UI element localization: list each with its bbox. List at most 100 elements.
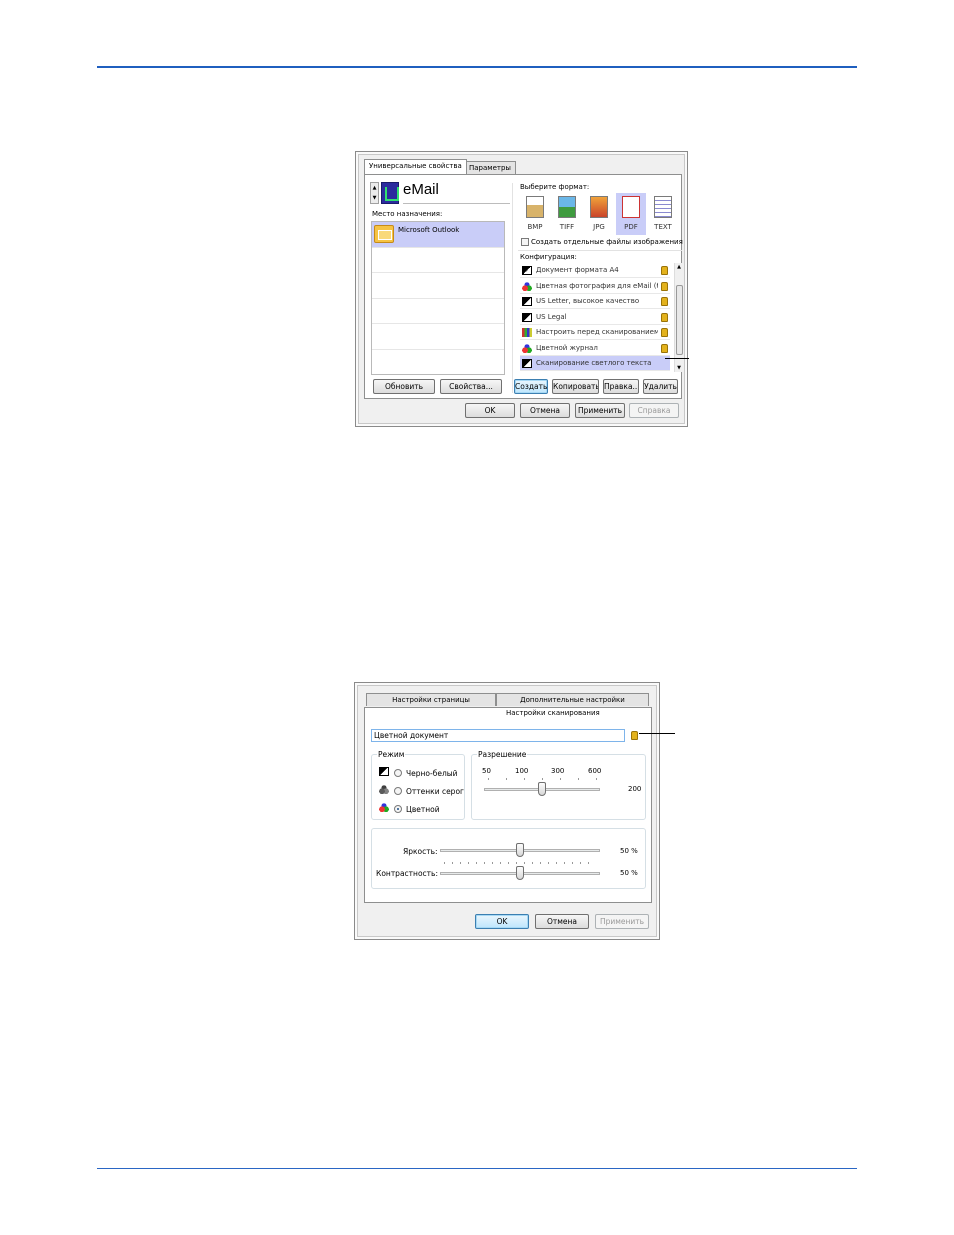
cancel-button[interactable]: Отмена bbox=[535, 914, 589, 929]
separate-files-label: Создать отдельные файлы изображения bbox=[531, 238, 683, 246]
mode-gray-label: Оттенки серог bbox=[406, 787, 464, 796]
mode-color-radio[interactable] bbox=[394, 805, 402, 813]
title-underline bbox=[403, 203, 510, 204]
contrast-label: Контрастность: bbox=[376, 869, 438, 878]
bw-page-icon bbox=[522, 312, 532, 322]
list-item[interactable] bbox=[372, 350, 504, 376]
list-item[interactable]: Документ формата A4 bbox=[520, 263, 670, 278]
config-label: Конфигурация: bbox=[520, 253, 577, 261]
destination-list[interactable]: Microsoft Outlook bbox=[371, 221, 505, 375]
resolution-value: 200 bbox=[628, 785, 642, 793]
tick bbox=[524, 778, 525, 780]
gray-mode-icon bbox=[379, 785, 389, 794]
format-text[interactable]: TEXT bbox=[648, 193, 678, 235]
resolution-tick-300: 300 bbox=[551, 767, 565, 775]
config-list[interactable]: Документ формата A4 Цветная фотография д… bbox=[520, 263, 683, 373]
pdf-icon bbox=[622, 196, 640, 218]
resolution-tick-600: 600 bbox=[588, 767, 602, 775]
callout-line bbox=[639, 733, 675, 734]
email-app-icon bbox=[381, 182, 399, 204]
tab-panel: Цветной документ Режим Черно-белый Оттен… bbox=[364, 707, 652, 903]
format-tiff[interactable]: TIFF bbox=[552, 193, 582, 235]
mode-bw-radio[interactable] bbox=[394, 769, 402, 777]
lock-icon bbox=[661, 343, 668, 353]
resolution-label: Разрешение bbox=[477, 750, 528, 759]
list-item[interactable]: US Legal bbox=[520, 310, 670, 325]
brightness-slider-thumb[interactable] bbox=[516, 843, 524, 857]
scroll-up-icon[interactable]: ▲ bbox=[675, 264, 683, 270]
list-item[interactable] bbox=[372, 324, 504, 350]
copy-button[interactable]: Копировать bbox=[552, 379, 599, 394]
destination-title: eMail bbox=[403, 181, 439, 198]
tick bbox=[560, 778, 561, 780]
ok-button[interactable]: OK bbox=[475, 914, 529, 929]
config-scrollbar[interactable]: ▲ ▼ bbox=[674, 263, 683, 372]
color-icon bbox=[522, 343, 532, 353]
list-item[interactable]: Microsoft Outlook bbox=[372, 222, 504, 248]
scan-settings-dialog: Настройки страницы Дополнительные настро… bbox=[354, 682, 660, 940]
list-item[interactable] bbox=[372, 299, 504, 324]
color-mode-icon bbox=[379, 803, 389, 812]
contrast-slider-thumb[interactable] bbox=[516, 866, 524, 880]
properties-button[interactable]: Свойства... bbox=[440, 379, 502, 394]
list-item[interactable]: Настроить перед сканированием bbox=[520, 325, 670, 340]
create-button[interactable]: Создать bbox=[514, 379, 548, 394]
mode-label: Режим bbox=[377, 750, 406, 759]
text-icon bbox=[654, 196, 672, 218]
lock-icon bbox=[661, 328, 668, 337]
lock-icon bbox=[661, 312, 668, 322]
tab-parameters[interactable]: Параметры bbox=[464, 161, 516, 174]
resolution-tick-50: 50 bbox=[482, 767, 491, 775]
tick bbox=[506, 778, 507, 780]
delete-button[interactable]: Удалить bbox=[643, 379, 678, 394]
tab-scan-settings[interactable]: Настройки сканирования bbox=[364, 706, 652, 720]
tick bbox=[488, 778, 489, 780]
outlook-icon bbox=[374, 225, 394, 243]
resolution-slider-thumb[interactable] bbox=[538, 782, 546, 796]
help-button[interactable]: Справка bbox=[629, 403, 679, 418]
tiff-icon bbox=[558, 196, 576, 218]
bw-page-icon bbox=[522, 359, 532, 368]
format-pdf[interactable]: PDF bbox=[616, 193, 646, 235]
separate-files-checkbox[interactable] bbox=[521, 238, 529, 246]
bw-mode-icon bbox=[379, 767, 389, 776]
destination-item-label: Microsoft Outlook bbox=[398, 226, 460, 234]
header-rule bbox=[97, 66, 857, 68]
cancel-button[interactable]: Отмена bbox=[520, 403, 570, 418]
brightness-value: 50 % bbox=[620, 847, 638, 855]
list-item[interactable]: US Letter, высокое качество bbox=[520, 294, 670, 309]
destination-spinner[interactable]: ▲ ▼ bbox=[370, 182, 379, 204]
list-item[interactable]: Сканирование светлого текста bbox=[520, 356, 670, 371]
bw-page-icon bbox=[522, 266, 532, 275]
format-bmp[interactable]: BMP bbox=[520, 193, 550, 235]
list-item[interactable]: Цветной журнал bbox=[520, 341, 670, 356]
format-label: Выберите формат: bbox=[520, 183, 590, 191]
lock-icon bbox=[631, 731, 638, 740]
tab-advanced-settings[interactable]: Дополнительные настройки bbox=[496, 693, 649, 706]
config-name-input[interactable]: Цветной документ bbox=[371, 729, 625, 742]
edit-button[interactable]: Правка... bbox=[603, 379, 639, 394]
ok-button[interactable]: OK bbox=[465, 403, 515, 418]
tab-page-settings[interactable]: Настройки страницы bbox=[366, 693, 496, 706]
lock-icon bbox=[661, 266, 668, 275]
jpg-icon bbox=[590, 196, 608, 218]
brightness-ticks bbox=[444, 862, 596, 864]
list-item[interactable]: Цветная фотография для eMail (б... bbox=[520, 279, 670, 294]
contrast-value: 50 % bbox=[620, 869, 638, 877]
mode-gray-radio[interactable] bbox=[394, 787, 402, 795]
mode-bw-label: Черно-белый bbox=[406, 769, 458, 778]
destination-label: Место назначения: bbox=[372, 210, 443, 218]
resolution-group: Разрешение 50 100 300 600 200 bbox=[471, 750, 646, 820]
format-picker: BMP TIFF JPG PDF TEXT bbox=[520, 193, 680, 237]
scroll-thumb[interactable] bbox=[676, 285, 683, 355]
refresh-button[interactable]: Обновить bbox=[373, 379, 435, 394]
mode-group: Режим Черно-белый Оттенки серог Цветной bbox=[371, 750, 465, 820]
apply-button[interactable]: Применить bbox=[595, 914, 649, 929]
list-item[interactable] bbox=[372, 273, 504, 299]
apply-button[interactable]: Применить bbox=[575, 403, 625, 418]
list-item[interactable] bbox=[372, 248, 504, 273]
tab-universal-properties[interactable]: Универсальные свойства bbox=[364, 159, 467, 174]
format-jpg[interactable]: JPG bbox=[584, 193, 614, 235]
scroll-down-icon[interactable]: ▼ bbox=[675, 365, 683, 371]
scan-destination-dialog: Универсальные свойства Параметры ▲ ▼ eMai… bbox=[355, 151, 688, 427]
